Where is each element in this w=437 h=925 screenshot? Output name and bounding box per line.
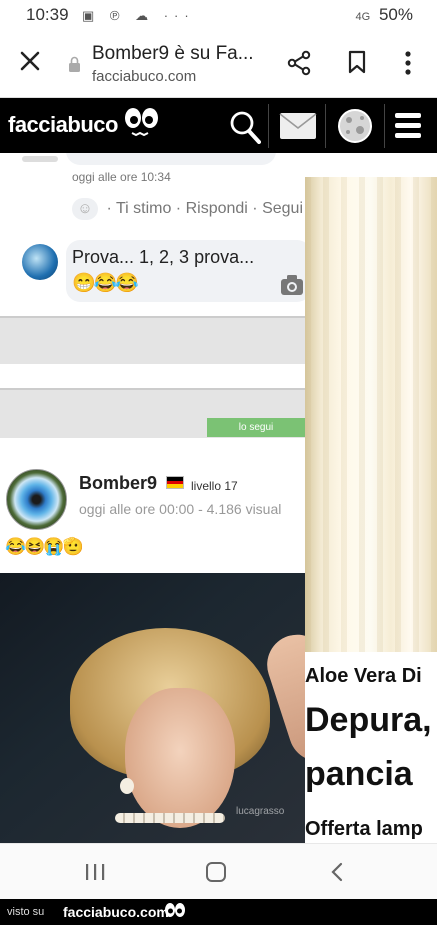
watermark-footer: visto su facciabuco.com bbox=[0, 899, 437, 925]
section-divider bbox=[0, 316, 305, 364]
separator-dot: · bbox=[175, 200, 186, 218]
header-divider bbox=[325, 104, 326, 148]
status-time: 10:39 bbox=[26, 5, 69, 24]
share-icon[interactable] bbox=[287, 50, 311, 76]
status-right: 4G 50% bbox=[356, 5, 413, 25]
separator-dot: · bbox=[252, 200, 263, 218]
lock-icon bbox=[69, 56, 80, 72]
close-icon[interactable] bbox=[17, 48, 43, 74]
logo-eyes-icon bbox=[125, 108, 158, 137]
back-icon[interactable] bbox=[330, 862, 344, 882]
reply-link[interactable]: Rispondi bbox=[186, 200, 248, 217]
ad-title-line1[interactable]: Depura, bbox=[305, 702, 432, 738]
like-link[interactable]: Ti stimo bbox=[116, 200, 171, 217]
search-icon[interactable] bbox=[229, 110, 261, 144]
german-flag-icon bbox=[166, 476, 184, 489]
comment-text: Prova... 1, 2, 3 prova... bbox=[72, 247, 255, 267]
post-avatar[interactable] bbox=[6, 469, 67, 530]
comment-emojis: 😁😂😂 bbox=[72, 273, 139, 294]
avatar-stub bbox=[22, 156, 58, 162]
recents-icon[interactable] bbox=[85, 863, 105, 881]
network-indicator: 4G bbox=[355, 11, 371, 23]
footer-seen-on: visto su bbox=[7, 906, 45, 918]
ad-offer[interactable]: Offerta lamp bbox=[305, 818, 423, 841]
feed-content: oggi alle ore 10:34 ☺ · Ti stimo · Rispo… bbox=[0, 153, 305, 843]
mail-icon[interactable] bbox=[279, 112, 317, 140]
header-divider bbox=[268, 104, 269, 148]
following-badge[interactable]: lo segui bbox=[207, 418, 305, 437]
image-earring bbox=[120, 778, 134, 794]
notification-icons: ▣ ℗ ☁ ··· bbox=[82, 8, 195, 23]
header-divider bbox=[384, 104, 385, 148]
comment-bubble bbox=[66, 153, 276, 165]
ad-headline[interactable]: Aloe Vera Di bbox=[305, 665, 422, 688]
post-emojis: 😂😆😭🫡 bbox=[5, 537, 84, 556]
user-level: livello 17 bbox=[191, 479, 238, 493]
image-watermark: lucagrasso bbox=[236, 806, 285, 817]
advertisement[interactable]: Aloe Vera Di Depura, pancia Offerta lamp bbox=[305, 177, 437, 843]
bookmark-icon[interactable] bbox=[347, 50, 367, 74]
post-username[interactable]: Bomber9 bbox=[79, 473, 157, 494]
avatar[interactable] bbox=[22, 244, 58, 280]
system-nav-bar bbox=[0, 843, 437, 899]
smile-icon[interactable]: ☺ bbox=[72, 198, 98, 220]
post-image[interactable]: lucagrasso bbox=[0, 573, 305, 843]
site-logo[interactable]: facciabuco bbox=[8, 112, 118, 138]
footer-brand: facciabuco.com bbox=[63, 904, 169, 920]
image-pearls bbox=[115, 813, 225, 823]
comment-time: oggi alle ore 10:34 bbox=[72, 170, 171, 184]
follow-link[interactable]: Segui bbox=[262, 200, 303, 217]
image-face bbox=[125, 688, 235, 828]
battery-level: 50% bbox=[378, 5, 413, 24]
footer-eyes-icon bbox=[165, 903, 185, 917]
post-meta: oggi alle ore 00:00 - 4.186 visual bbox=[79, 501, 282, 517]
status-bar: 10:39 ▣ ℗ ☁ ··· 4G 50% bbox=[0, 0, 437, 30]
home-icon[interactable] bbox=[206, 862, 226, 882]
page-title: Bomber9 è su Fa... bbox=[92, 43, 254, 64]
browser-toolbar: Bomber9 è su Fa... facciabuco.com bbox=[0, 30, 437, 98]
notifications-globe-icon[interactable] bbox=[336, 108, 374, 144]
ad-image[interactable] bbox=[305, 177, 437, 652]
camera-icon[interactable] bbox=[280, 274, 304, 296]
menu-icon[interactable] bbox=[394, 111, 422, 141]
ad-title-line2[interactable]: pancia bbox=[305, 756, 413, 792]
separator-dot: · bbox=[106, 200, 116, 218]
comment-actions: ☺ · Ti stimo · Rispondi · Segui bbox=[72, 198, 303, 220]
more-options-icon[interactable] bbox=[404, 50, 412, 76]
page-url[interactable]: facciabuco.com bbox=[92, 68, 196, 85]
